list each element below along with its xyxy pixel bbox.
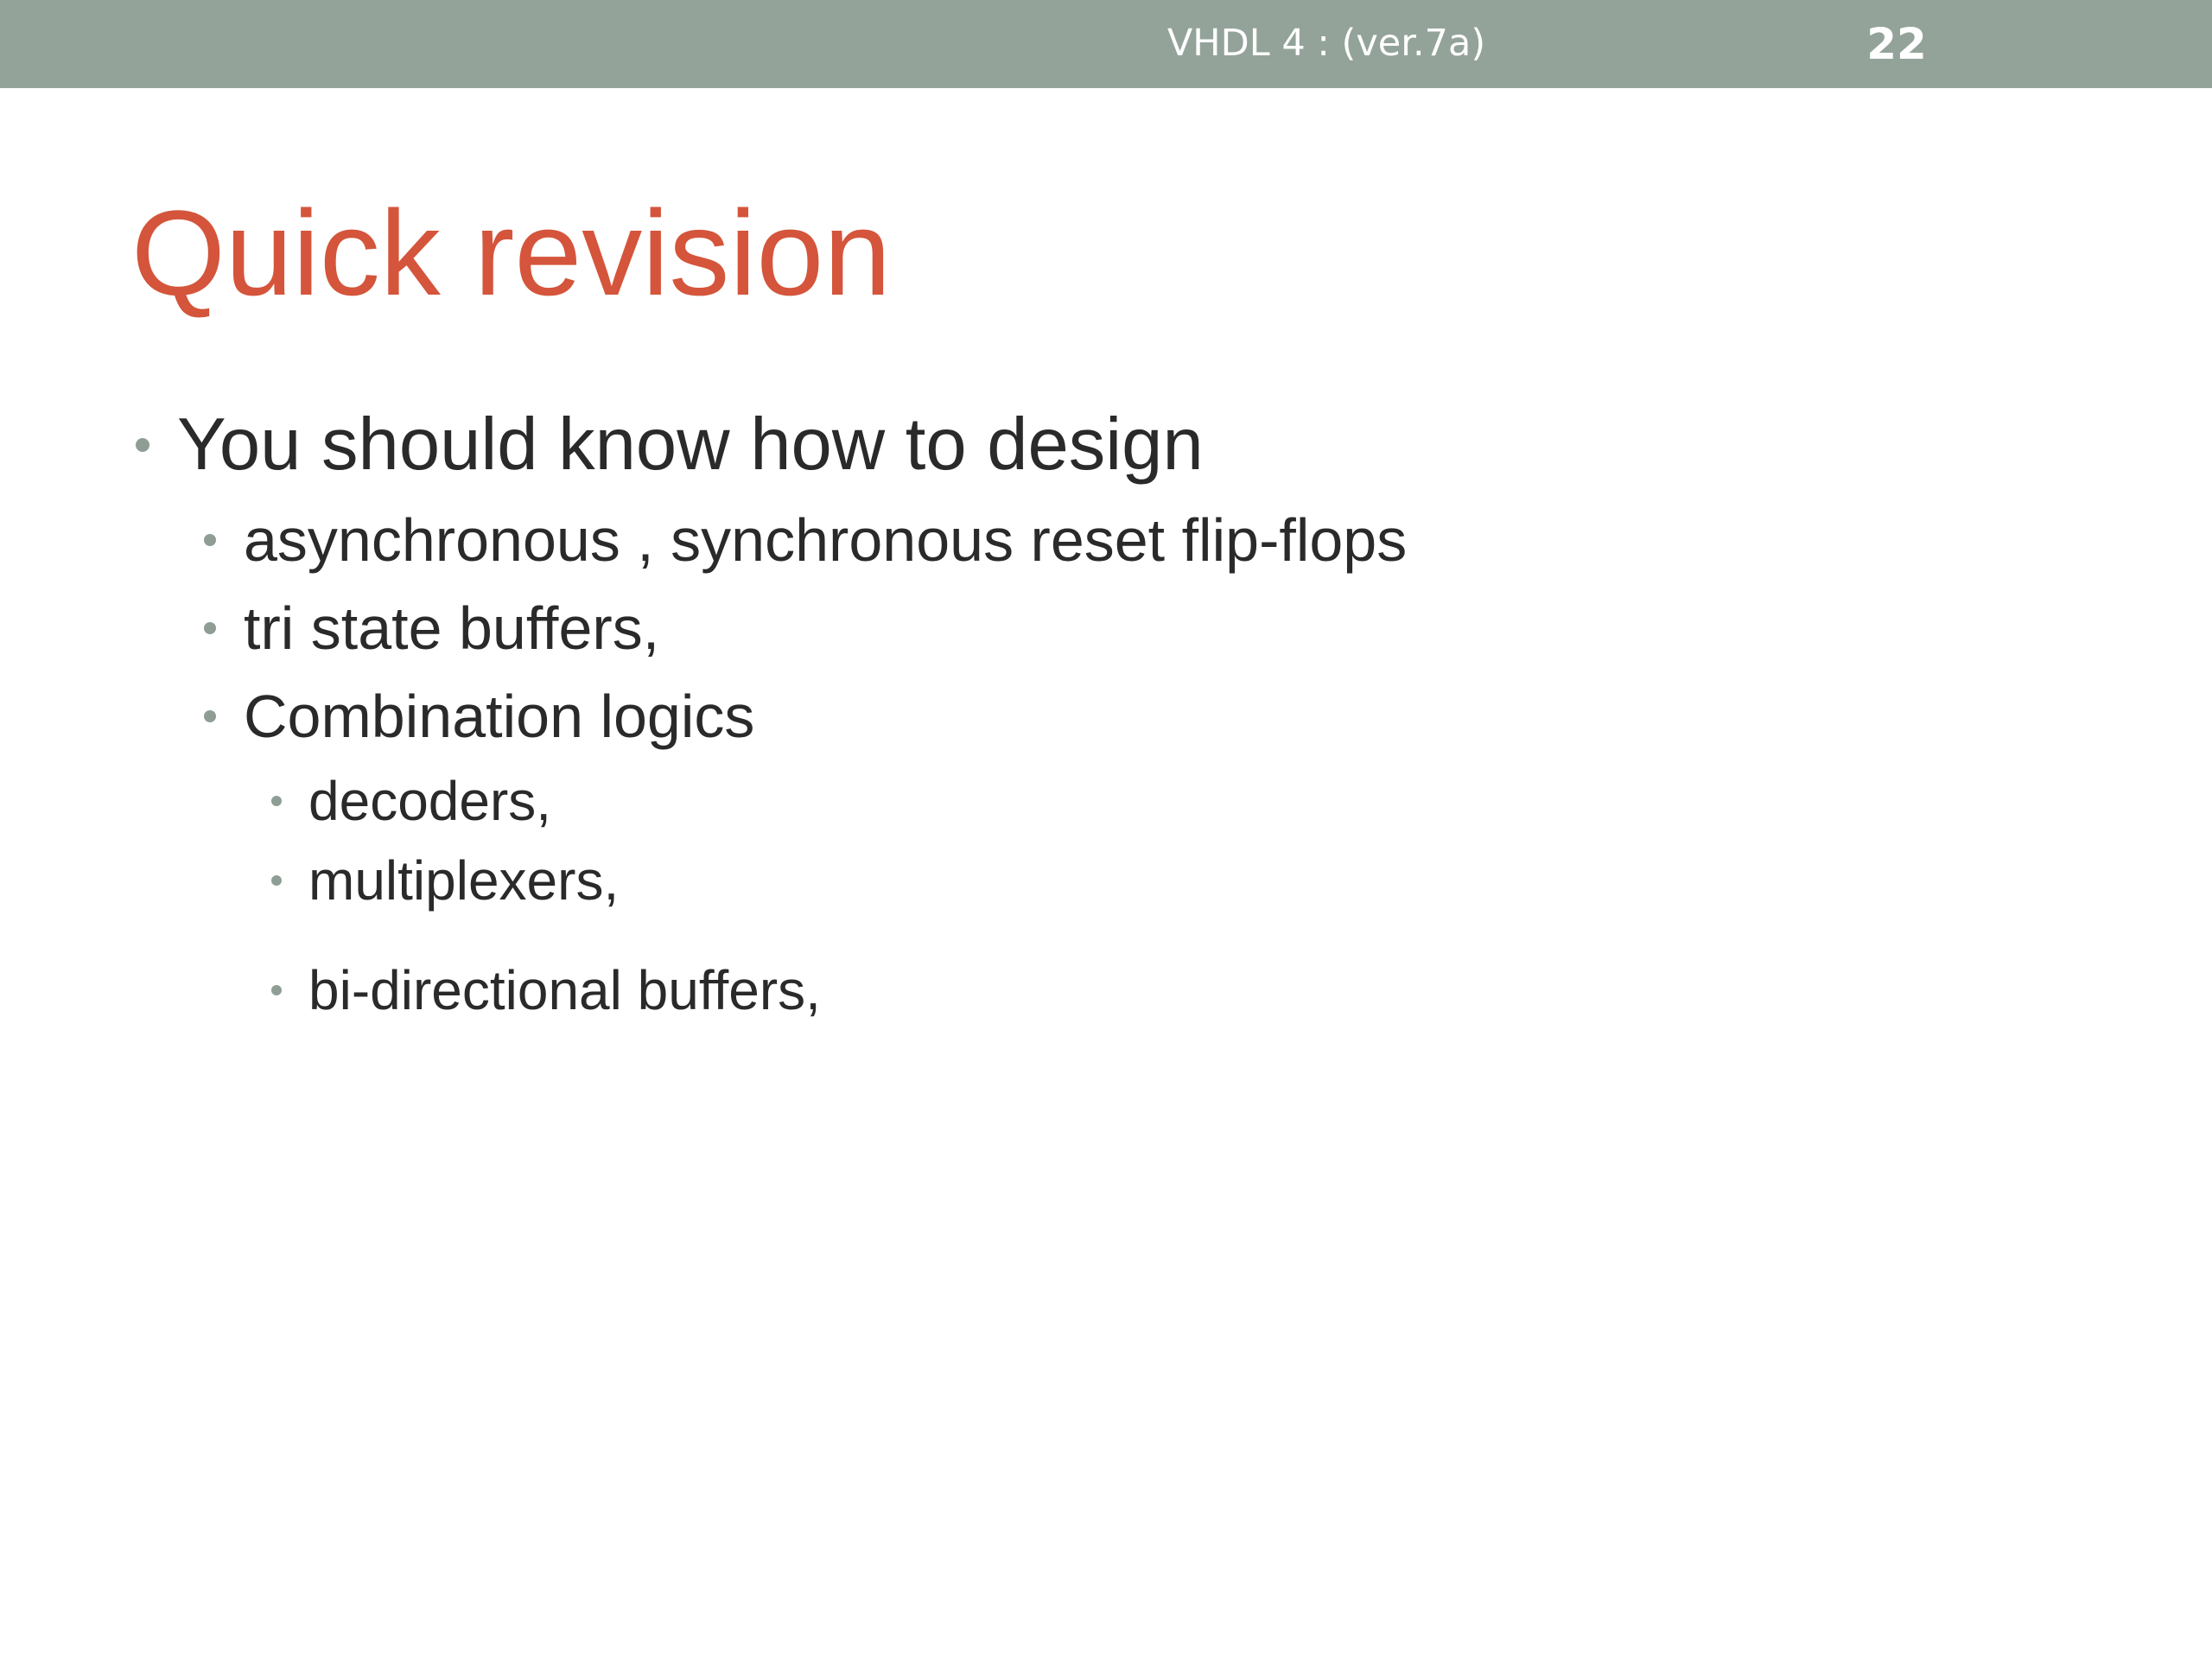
bullet-text: bi-directional buffers, bbox=[308, 959, 821, 1021]
bullet-item-level3: bi-directional buffers, bbox=[271, 957, 821, 1024]
bullet-text: Combination logics bbox=[244, 683, 755, 750]
bullet-dot-icon bbox=[204, 710, 216, 722]
bullet-item-level3: decoders, bbox=[271, 767, 552, 835]
slide-number: 22 bbox=[1866, 19, 1927, 69]
bullet-text: asynchronous , synchronous reset flip-fl… bbox=[244, 506, 1408, 574]
bullet-text: tri state buffers, bbox=[244, 594, 660, 662]
bullet-item-level2: Combination logics bbox=[204, 679, 755, 753]
bullet-dot-icon bbox=[271, 985, 282, 995]
bullet-dot-icon bbox=[271, 875, 282, 886]
bullet-dot-icon bbox=[204, 622, 216, 634]
bullet-dot-icon bbox=[136, 438, 149, 452]
header-title: VHDL 4 : (ver.7a) bbox=[1166, 22, 1486, 65]
bullet-text: multiplexers, bbox=[308, 849, 620, 912]
bullet-item-level1: You should know how to design bbox=[136, 402, 1204, 488]
bullet-item-level2: tri state buffers, bbox=[204, 591, 660, 665]
slide-title: Quick revision bbox=[131, 185, 892, 321]
bullet-text: decoders, bbox=[308, 770, 552, 832]
bullet-dot-icon bbox=[204, 534, 216, 546]
bullet-text: You should know how to design bbox=[177, 404, 1204, 486]
header-bar: VHDL 4 : (ver.7a) 22 bbox=[0, 0, 2212, 88]
bullet-item-level3: multiplexers, bbox=[271, 847, 620, 914]
bullet-dot-icon bbox=[271, 796, 282, 806]
bullet-item-level2: asynchronous , synchronous reset flip-fl… bbox=[204, 503, 1408, 577]
